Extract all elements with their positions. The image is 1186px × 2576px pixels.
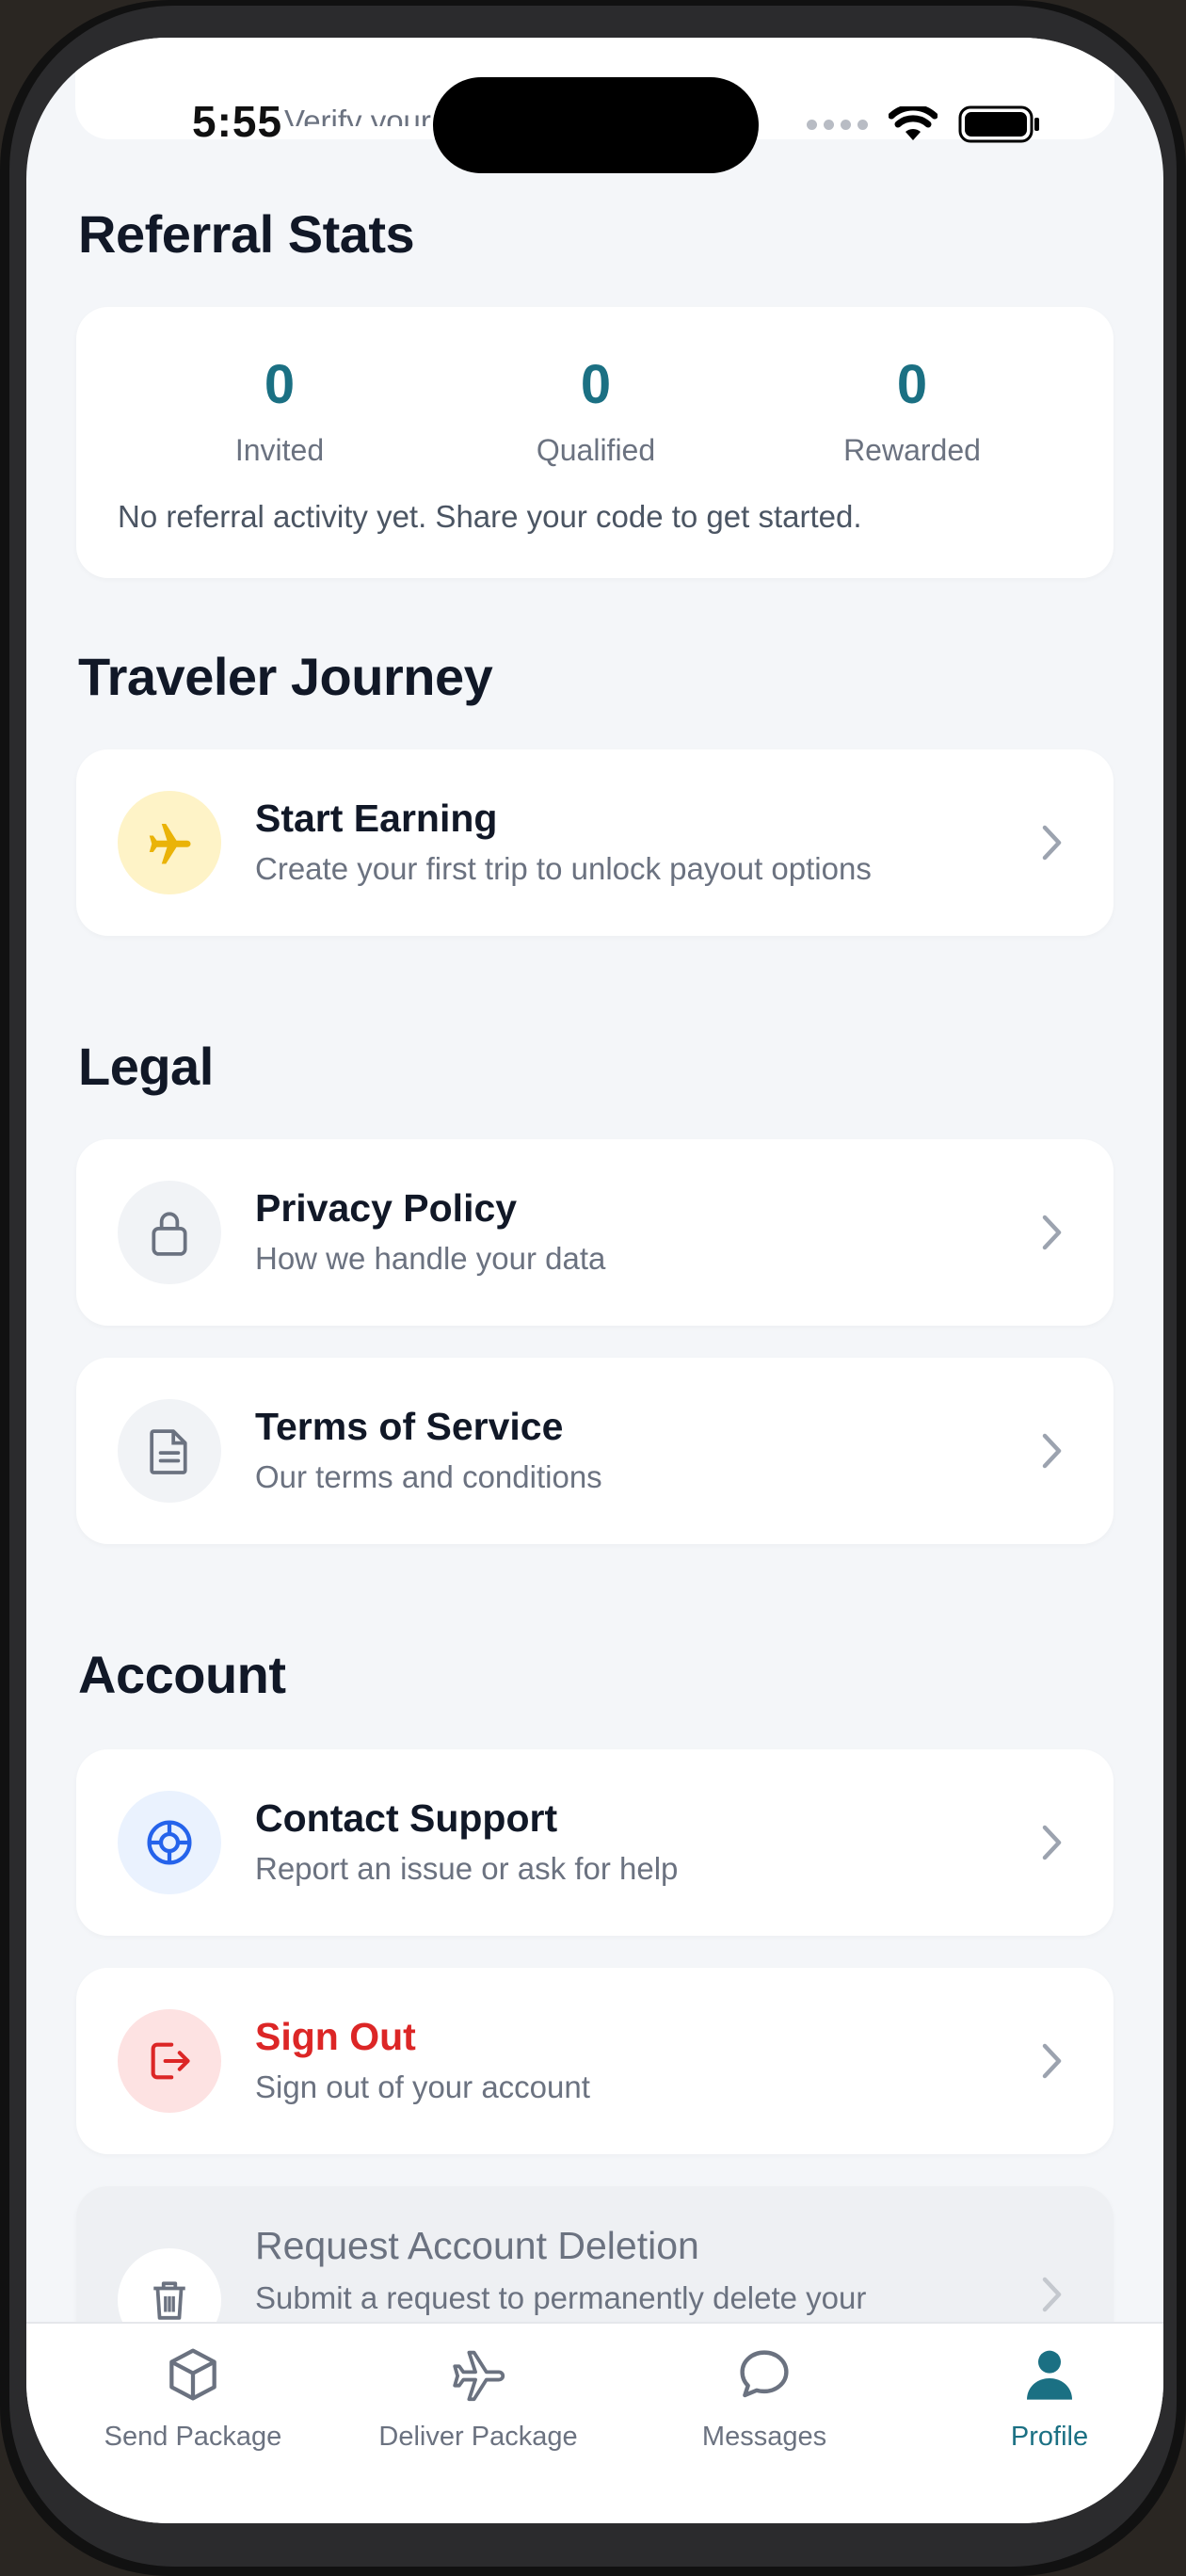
referral-section-title: Referral Stats [78,204,415,264]
journey-section-title: Traveler Journey [78,647,493,706]
package-icon [71,2337,315,2412]
stat-value: 0 [896,354,928,415]
row-subtitle: How we handle your data [255,1241,606,1276]
chevron-right-icon [1042,1825,1062,1860]
row-subtitle: Report an issue or ask for help [255,1851,679,1886]
referral-stats-card: 0 Invited 0 Qualified 0 Rewarded No refe… [76,307,1114,578]
terms-of-service-row[interactable]: Terms of Service Our terms and condition… [76,1358,1114,1544]
tab-profile[interactable]: Profile [927,2337,1163,2453]
row-subtitle: Sign out of your account [255,2069,590,2104]
account-section-title: Account [78,1645,286,1704]
stat-invited: 0 Invited [138,352,421,468]
device-frame: Verify your identity for security 5:55 R… [0,0,1186,2576]
stat-label: Rewarded [843,433,981,467]
stat-qualified: 0 Qualified [455,352,737,468]
dynamic-island [433,77,759,173]
tab-bar: Send Package Deliver Package Messages Pr… [26,2322,1163,2523]
row-subtitle: Create your first trip to unlock payout … [255,851,872,886]
legal-section-title: Legal [78,1037,214,1096]
row-title: Terms of Service [255,1405,564,1448]
tab-messages[interactable]: Messages [642,2337,887,2453]
lifebuoy-icon [118,1791,221,1894]
stat-value: 0 [580,354,612,415]
wifi-icon [889,106,938,140]
user-icon [927,2337,1163,2412]
start-earning-row[interactable]: Start Earning Create your first trip to … [76,749,1114,936]
chevron-right-icon [1042,2277,1062,2312]
row-subtitle: Our terms and conditions [255,1459,602,1494]
tab-send-package[interactable]: Send Package [71,2337,315,2453]
stat-value: 0 [264,354,296,415]
row-title: Start Earning [255,797,498,840]
tab-deliver-package[interactable]: Deliver Package [356,2337,601,2453]
status-icons [807,105,1041,143]
row-title: Sign Out [255,2015,416,2058]
stat-label: Invited [234,433,325,467]
status-time: 5:55 [192,97,283,146]
tab-label: Deliver Package [378,2422,578,2452]
referral-note: No referral activity yet. Share your cod… [118,499,862,534]
contact-support-row[interactable]: Contact Support Report an issue or ask f… [76,1749,1114,1936]
document-icon [118,1399,221,1503]
privacy-policy-row[interactable]: Privacy Policy How we handle your data [76,1139,1114,1326]
airplane-icon [118,791,221,894]
airplane-icon [356,2337,601,2412]
row-subtitle: Submit a request to permanently delete y… [255,2280,867,2315]
chat-icon [642,2337,887,2412]
signal-icon [807,119,868,130]
chevron-right-icon [1042,1433,1062,1469]
chevron-right-icon [1042,2043,1062,2079]
row-title: Contact Support [255,1796,558,1840]
sign-out-row[interactable]: Sign Out Sign out of your account [76,1968,1114,2154]
tab-label: Messages [701,2422,827,2452]
stat-rewarded: 0 Rewarded [771,352,1053,468]
row-title: Privacy Policy [255,1186,518,1230]
screen: Verify your identity for security 5:55 R… [26,38,1163,2523]
sign-out-icon [118,2009,221,2113]
row-title: Request Account Deletion [255,2224,699,2267]
lock-icon [118,1181,221,1284]
battery-icon [958,105,1039,143]
chevron-right-icon [1042,825,1062,861]
tab-label: Profile [1010,2422,1089,2452]
chevron-right-icon [1042,1215,1062,1250]
stat-label: Qualified [536,433,656,467]
tab-label: Send Package [104,2422,282,2452]
